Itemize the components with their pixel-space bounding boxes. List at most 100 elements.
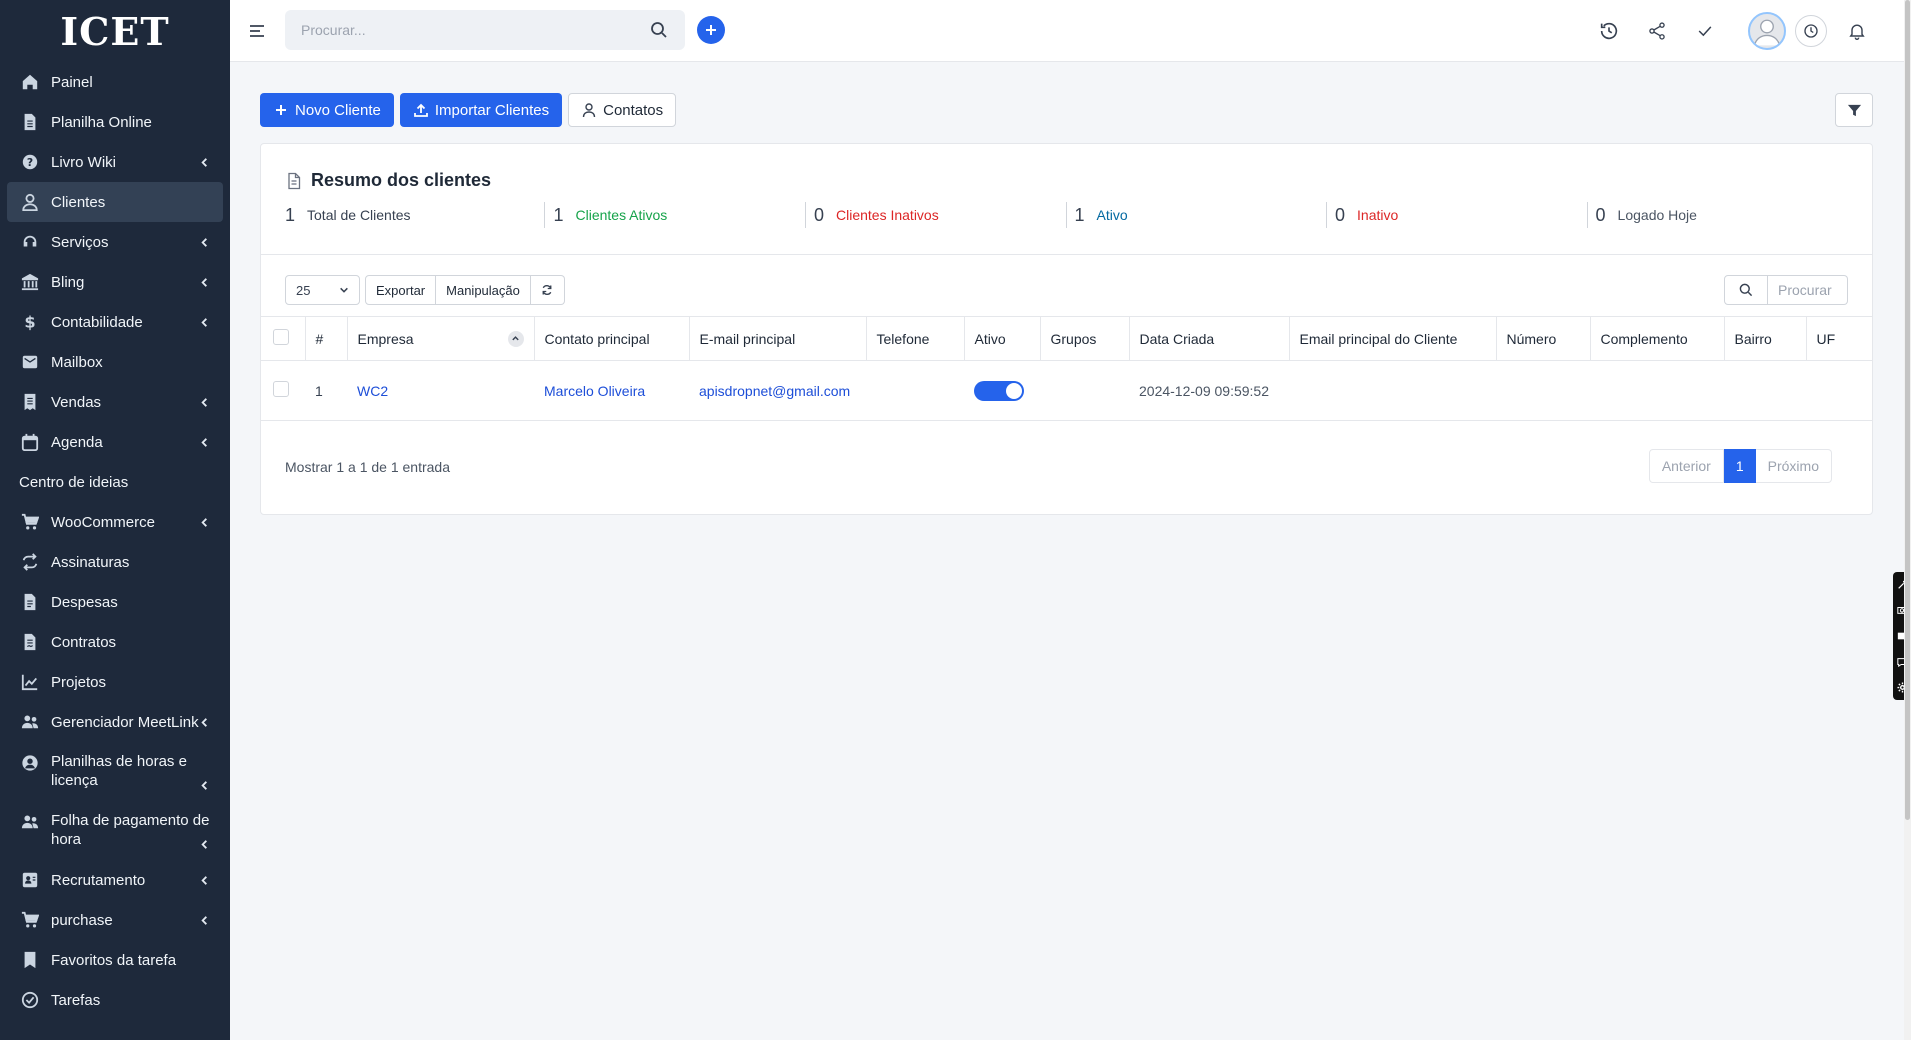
- sidebar-item-projetos[interactable]: Projetos: [0, 662, 230, 702]
- column-header[interactable]: Número: [1496, 316, 1591, 361]
- chevron-left-icon: [196, 872, 212, 888]
- cell-email-link[interactable]: apisdropnet@gmail.com: [689, 360, 866, 421]
- clients-summary: Resumo dos clientes 1 Total de Clientes 1 C…: [261, 144, 1872, 255]
- users-icon: [19, 711, 41, 733]
- sidebar-item-despesas[interactable]: Despesas: [0, 582, 230, 622]
- pagination-next[interactable]: Próximo: [1755, 449, 1832, 483]
- column-header[interactable]: Bairro: [1724, 316, 1807, 361]
- sidebar-item-planilha-online[interactable]: Planilha Online: [0, 102, 230, 142]
- sidebar-item-folha-de-pagamento-de-hora[interactable]: Folha de pagamento de hora: [0, 801, 230, 860]
- home-icon: [19, 71, 41, 93]
- scrollbar-thumb[interactable]: [1905, 0, 1910, 820]
- chevron-left-icon: [196, 274, 212, 290]
- sidebar-item-centro-de-ideias[interactable]: Centro de ideias: [0, 462, 230, 502]
- contacts-button[interactable]: Contatos: [568, 93, 677, 127]
- sidebar-menu: Painel Planilha Online? Livro Wiki Clientes…: [0, 62, 230, 1020]
- table-info: Mostrar 1 a 1 de 1 entrada: [285, 459, 450, 475]
- column-header[interactable]: Grupos: [1040, 316, 1130, 361]
- column-header[interactable]: E-mail principal: [689, 316, 867, 361]
- global-search-input[interactable]: [301, 22, 649, 38]
- page-scrollbar[interactable]: [1904, 0, 1911, 1040]
- stat-value: 0: [1595, 204, 1606, 225]
- export-button[interactable]: Exportar: [365, 275, 437, 305]
- hamburger-menu-icon[interactable]: [247, 21, 267, 41]
- cell-contato-link[interactable]: Marcelo Oliveira: [534, 360, 689, 421]
- table-search-input[interactable]: [1768, 275, 1848, 305]
- filter-button[interactable]: [1835, 93, 1873, 127]
- refresh-icon: [542, 285, 552, 295]
- refresh-button[interactable]: [530, 275, 565, 305]
- question-circle-icon: ?: [19, 151, 41, 173]
- sidebar-item-woocommerce[interactable]: WooCommerce: [0, 502, 230, 542]
- sidebar-item-gerenciador-meetlink[interactable]: Gerenciador MeetLink: [0, 702, 230, 742]
- stat-label[interactable]: Clientes Ativos: [575, 207, 667, 223]
- pagination-prev[interactable]: Anterior: [1648, 449, 1724, 483]
- column-header[interactable]: Contato principal: [534, 316, 690, 361]
- stat-label[interactable]: Ativo: [1097, 207, 1128, 223]
- stat-label[interactable]: Total de Clientes: [307, 207, 411, 223]
- new-client-button[interactable]: Novo Cliente: [260, 93, 394, 127]
- clock-button[interactable]: [1795, 15, 1827, 47]
- sidebar-item-livro-wiki[interactable]: ? Livro Wiki: [0, 142, 230, 182]
- receipt-icon: [19, 391, 41, 413]
- sidebar-item-servicos[interactable]: Serviços: [0, 222, 230, 262]
- column-header-empresa[interactable]: Empresa: [347, 316, 535, 361]
- import-clients-button[interactable]: Importar Clientes: [399, 93, 563, 127]
- row-checkbox[interactable]: [273, 381, 289, 397]
- sidebar-item-contabilidade[interactable]: $ Contabilidade: [0, 302, 230, 342]
- page-size-select[interactable]: 25: [285, 275, 360, 305]
- pagination-page-current[interactable]: 1: [1723, 449, 1756, 483]
- avatar-placeholder-icon: [1753, 19, 1781, 46]
- sidebar-item-label: Centro de ideias: [19, 473, 129, 491]
- sidebar-item-contratos[interactable]: Contratos: [0, 622, 230, 662]
- column-header[interactable]: Email principal do Cliente: [1289, 316, 1497, 361]
- share-icon[interactable]: [1645, 19, 1669, 43]
- active-toggle[interactable]: [974, 380, 1024, 401]
- column-header[interactable]: UF: [1806, 316, 1872, 361]
- sidebar-item-label: WooCommerce: [51, 513, 155, 531]
- contacts-label: Contatos: [603, 101, 664, 119]
- check-icon[interactable]: [1693, 19, 1717, 43]
- summary-stat: 1 Ativo: [1067, 202, 1328, 228]
- sidebar-item-planilhas-de-horas-e-licenca[interactable]: Planilhas de horas e licença: [0, 742, 230, 801]
- search-icon[interactable]: [649, 20, 669, 40]
- cell-data-criada: 2024-12-09 09:59:52: [1129, 360, 1289, 421]
- sort-asc-icon[interactable]: [507, 330, 524, 347]
- sidebar-item-recrutamento[interactable]: Recrutamento: [0, 860, 230, 900]
- sidebar-item-vendas[interactable]: Vendas: [0, 382, 230, 422]
- stat-label[interactable]: Inativo: [1357, 207, 1398, 223]
- sidebar-item-tarefas[interactable]: Tarefas: [0, 980, 230, 1020]
- column-header[interactable]: #: [305, 316, 348, 361]
- column-header[interactable]: Telefone: [866, 316, 965, 361]
- sidebar-item-label: Tarefas: [51, 991, 101, 1009]
- sidebar-item-assinaturas[interactable]: Assinaturas: [0, 542, 230, 582]
- sidebar-item-painel[interactable]: Painel: [0, 62, 230, 102]
- stat-value: 0: [813, 204, 824, 225]
- sidebar-item-label: Mailbox: [51, 353, 103, 371]
- sidebar-item-label: Projetos: [51, 673, 107, 691]
- column-header[interactable]: Data Criada: [1129, 316, 1290, 361]
- sidebar-item-purchase[interactable]: purchase: [0, 900, 230, 940]
- column-header[interactable]: Complemento: [1590, 316, 1725, 361]
- stat-label[interactable]: Clientes Inativos: [836, 207, 939, 223]
- sidebar-item-bling[interactable]: Bling: [0, 262, 230, 302]
- stat-label[interactable]: Logado Hoje: [1618, 207, 1697, 223]
- manipulation-button[interactable]: Manipulação: [436, 275, 531, 305]
- sidebar-item-clientes[interactable]: Clientes: [7, 182, 223, 222]
- table-row[interactable]: 1 WC2 Marcelo Oliveira apisdropnet@gmail…: [261, 360, 1872, 421]
- column-header[interactable]: Ativo: [964, 316, 1041, 361]
- sidebar-item-mailbox[interactable]: Mailbox: [0, 342, 230, 382]
- search-icon[interactable]: [1724, 275, 1768, 305]
- logo[interactable]: ICET: [0, 0, 230, 62]
- bell-icon[interactable]: [1845, 19, 1869, 43]
- quick-add-button[interactable]: [697, 16, 725, 44]
- cell-complemento: [1590, 360, 1724, 421]
- history-icon[interactable]: [1597, 19, 1621, 43]
- cell-empresa-link[interactable]: WC2: [347, 360, 534, 421]
- chevron-left-icon: [196, 777, 212, 793]
- cell-telefone: [866, 360, 964, 421]
- sidebar-item-favoritos-da-tarefa[interactable]: Favoritos da tarefa: [0, 940, 230, 980]
- sidebar-item-agenda[interactable]: Agenda: [0, 422, 230, 462]
- user-avatar[interactable]: [1748, 12, 1786, 50]
- select-all-checkbox[interactable]: [273, 329, 289, 345]
